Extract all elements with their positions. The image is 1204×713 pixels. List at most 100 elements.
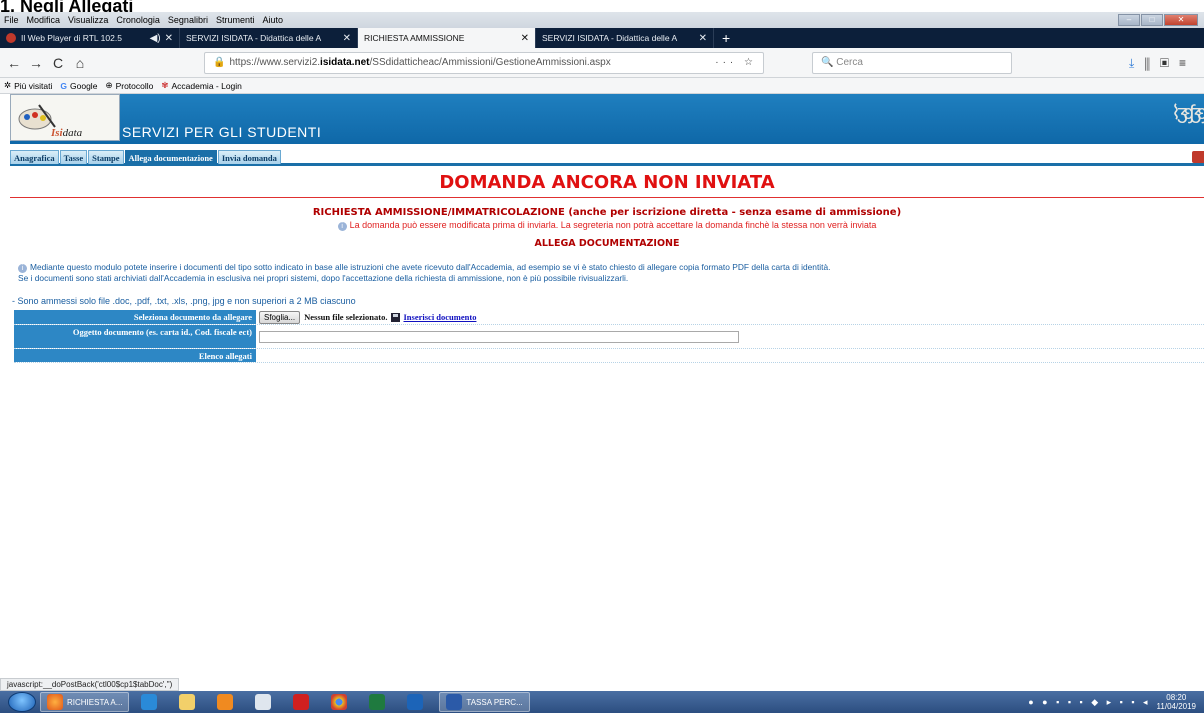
edit-note: i La domanda può essere modificata prima … — [10, 220, 1204, 231]
menu-file[interactable]: File — [0, 15, 23, 25]
bookmark-piu-visitati[interactable]: ✲ Più visitati — [4, 80, 52, 91]
taskbar-chrome[interactable] — [325, 692, 357, 712]
menu-strumenti[interactable]: Strumenti — [212, 15, 259, 25]
hamburger-menu-icon[interactable]: ≡ — [1179, 56, 1196, 70]
page-tab-bar: Anagrafica Tasse Stampe Allega documenta… — [10, 150, 1204, 166]
gear-icon: ✲ — [4, 80, 12, 90]
tab-close-icon[interactable]: ✕ — [521, 33, 529, 44]
word-icon — [446, 694, 463, 710]
document-heading: 1. Negli Allegati — [0, 0, 1204, 12]
menu-modifica[interactable]: Modifica — [23, 15, 65, 25]
site-title: SERVIZI PER GLI STUDENTI — [122, 124, 322, 140]
bookmark-protocollo[interactable]: ⊕ Protocollo — [105, 80, 153, 91]
rtl-favicon-icon — [6, 33, 16, 43]
tray-icons[interactable]: ● ● ▪ ▪ ▪ ◆ ▸ ▪ ▪ ◂ — [1028, 697, 1150, 708]
form-row-select: Seleziona documento da allegare Sfoglia.… — [14, 310, 1204, 325]
reload-button[interactable]: C — [48, 53, 68, 73]
save-icon[interactable] — [391, 312, 401, 322]
navigation-bar: ← → C ⌂ 🔒 https://www.servizi2.isidata.ne… — [0, 48, 1204, 78]
scanner-icon — [255, 694, 272, 710]
taskbar-excel[interactable] — [363, 692, 395, 712]
status-bar-url: javascript:__doPostBack('ctl00$cp1$tabDo… — [0, 678, 180, 691]
taskbar-explorer[interactable] — [173, 692, 205, 712]
minimize-button[interactable]: – — [1118, 14, 1140, 26]
window-controls: – □ ✕ — [1118, 14, 1198, 26]
tab-stampe[interactable]: Stampe — [88, 150, 124, 164]
internet-explorer-icon — [141, 694, 158, 710]
vlc-icon — [217, 694, 234, 710]
subject-label: Oggetto documento (es. carta id., Cod. f… — [14, 325, 256, 348]
instructions: i Mediante questo modulo potete inserire … — [18, 262, 831, 283]
firefox-icon — [47, 694, 63, 710]
clock[interactable]: 08:20 11/04/2019 — [1157, 693, 1196, 711]
home-button[interactable]: ⌂ — [70, 53, 90, 73]
page-subtitle: RICHIESTA AMMISSIONE/IMMATRICOLAZIONE (a… — [312, 207, 902, 218]
menu-visualizza[interactable]: Visualizza — [64, 15, 112, 25]
system-tray: ● ● ▪ ▪ ▪ ◆ ▸ ▪ ▪ ◂ 08:20 11/04/2019 — [1028, 693, 1196, 711]
info-icon: i — [337, 222, 347, 231]
form-row-subject: Oggetto documento (es. carta id., Cod. f… — [14, 325, 1204, 349]
taskbar-acrobat[interactable] — [287, 692, 319, 712]
audio-icon[interactable]: ◀) — [150, 33, 161, 44]
browser-tab-richiesta[interactable]: RICHIESTA AMMISSIONE ✕ — [358, 28, 536, 48]
download-icon[interactable]: ⤓ — [1129, 56, 1144, 70]
google-icon: G — [60, 80, 68, 91]
taskbar-word[interactable]: TASSA PERC... — [439, 692, 530, 712]
tab-tasse[interactable]: Tasse — [59, 150, 88, 164]
tab-anagrafica[interactable]: Anagrafica — [10, 150, 59, 164]
divider — [10, 197, 1204, 198]
bookmark-accademia[interactable]: ✾ Accademia - Login — [161, 80, 242, 91]
tab-invia-domanda[interactable]: Invia domanda — [217, 150, 281, 164]
insert-document-link[interactable]: Inserisci documento — [403, 312, 476, 322]
bookmark-google[interactable]: G Google — [60, 81, 97, 91]
menu-cronologia[interactable]: Cronologia — [112, 15, 164, 25]
search-input[interactable]: 🔍 Cerca — [812, 52, 1012, 74]
tab-close-icon[interactable]: ✕ — [699, 33, 707, 44]
isidata-logo: Isidata — [10, 94, 120, 141]
taskbar-scan[interactable] — [249, 692, 281, 712]
decorative-birds: ⌇ʒɛ∫ʒɛ∫ — [1171, 102, 1204, 124]
excel-icon — [369, 694, 386, 710]
attachments-list — [256, 349, 1204, 362]
taskbar-vlc[interactable] — [211, 692, 243, 712]
tab-allega-documentazione[interactable]: Allega documentazione — [124, 150, 217, 164]
browser-tab-rtl[interactable]: Il Web Player di RTL 102.5 ◀) ✕ — [0, 28, 180, 48]
start-button[interactable] — [8, 692, 36, 712]
sidebar-icon[interactable]: ▣ — [1160, 56, 1179, 70]
attachments-list-label: Elenco allegati — [14, 349, 256, 362]
bookmarks-bar: ✲ Più visitati G Google ⊕ Protocollo ✾ Accad… — [0, 78, 1204, 94]
menu-segnalibri[interactable]: Segnalibri — [164, 15, 212, 25]
folder-icon — [179, 694, 196, 710]
browser-tab-isidata-1[interactable]: SERVIZI ISIDATA - Didattica delle A ✕ — [180, 28, 358, 48]
menu-aiuto[interactable]: Aiuto — [258, 15, 287, 25]
close-window-button[interactable]: ✕ — [1164, 14, 1198, 26]
select-document-label: Seleziona documento da allegare — [14, 310, 256, 324]
browser-tab-isidata-2[interactable]: SERVIZI ISIDATA - Didattica delle A ✕ — [536, 28, 714, 48]
section-title: ALLEGA DOCUMENTAZIONE — [534, 238, 680, 249]
lock-icon: 🔒 — [213, 57, 226, 68]
application-status: DOMANDA ANCORA NON INVIATA — [439, 172, 775, 193]
maximize-button[interactable]: □ — [1141, 14, 1163, 26]
side-flag-icon[interactable] — [1192, 151, 1204, 163]
new-tab-button[interactable]: + — [714, 28, 738, 48]
taskbar: RICHIESTA A... TASSA PERC... ● ● ▪ ▪ ▪ ◆… — [0, 691, 1204, 713]
tab-close-icon[interactable]: ✕ — [343, 33, 351, 44]
forward-button[interactable]: → — [26, 53, 46, 73]
info-icon: i — [18, 264, 27, 273]
globe-icon: ⊕ — [105, 80, 113, 90]
subject-input[interactable] — [259, 330, 739, 343]
browser-tab-bar: Il Web Player di RTL 102.5 ◀) ✕ SERVIZI … — [0, 28, 1204, 48]
toolbar-right: ⤓⫼▣≡ — [1129, 56, 1196, 71]
taskbar-ie[interactable] — [135, 692, 167, 712]
search-icon: 🔍 — [821, 57, 837, 68]
taskbar-outlook[interactable] — [401, 692, 433, 712]
browse-button[interactable]: Sfoglia... — [259, 310, 301, 324]
tab-close-icon[interactable]: ✕ — [165, 33, 173, 44]
site-header: Isidata SERVIZI PER GLI STUDENTI ⌇ʒɛ∫ʒɛ∫ — [10, 94, 1204, 144]
back-button[interactable]: ← — [4, 53, 24, 73]
url-bar[interactable]: 🔒 https://www.servizi2.isidata.net/SSdida… — [204, 52, 764, 74]
upload-form: Seleziona documento da allegare Sfoglia.… — [14, 310, 1204, 363]
url-actions[interactable]: ··· ☆ — [715, 53, 757, 73]
taskbar-firefox[interactable]: RICHIESTA A... — [40, 692, 130, 712]
library-icon[interactable]: ⫼ — [1144, 56, 1160, 70]
